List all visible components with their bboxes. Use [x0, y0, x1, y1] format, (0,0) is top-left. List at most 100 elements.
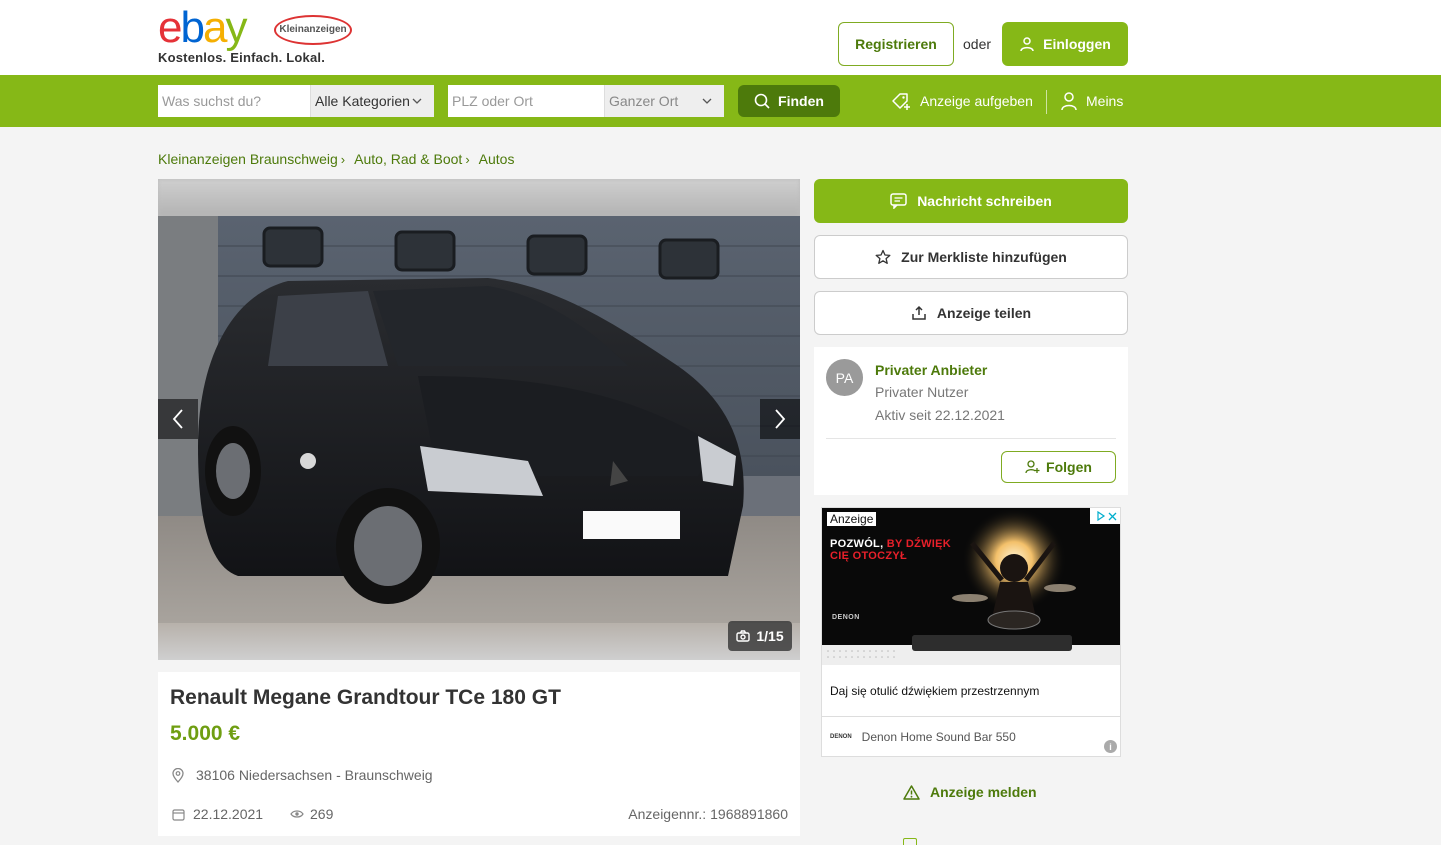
ad-brand-mark: DENON [832, 614, 860, 621]
listing-details: Renault Megane Grandtour TCe 180 GT 5.00… [158, 672, 800, 836]
share-icon [912, 305, 926, 320]
ad-headline-part: BY DŹWIĘK [886, 538, 952, 550]
advertisement[interactable]: Anzeige POZWÓL, BY DŹWIĘK CIĘ OTOCZYŁ DE… [821, 507, 1121, 757]
write-message-label: Nachricht schreiben [917, 193, 1052, 209]
seller-active-since: Aktiv seit 22.12.2021 [875, 407, 1005, 423]
radius-value: Ganzer Ort [609, 93, 679, 109]
report-label: Anzeige melden [930, 784, 1037, 800]
chevron-right-icon: › [465, 151, 470, 167]
seller-name[interactable]: Privater Anbieter [875, 362, 987, 378]
star-icon [875, 249, 891, 264]
follow-label: Folgen [1046, 459, 1092, 475]
listing-location: 38106 Niedersachsen - Braunschweig [172, 767, 433, 783]
message-icon [890, 193, 907, 209]
breadcrumb-item[interactable]: Kleinanzeigen Braunschweig [158, 151, 338, 167]
warning-icon [903, 784, 920, 800]
login-label: Einloggen [1043, 36, 1111, 52]
image-counter-text: 1/15 [756, 628, 784, 644]
top-header: ebay Kleinanzeigen Kostenlos. Einfach. L… [0, 0, 1441, 75]
post-ad-label: Anzeige aufgeben [920, 93, 1033, 109]
user-icon [1020, 37, 1034, 52]
image-counter: 1/15 [728, 621, 792, 651]
ad-product-brand: DENON [830, 734, 852, 740]
listing-price: 5.000 € [170, 722, 241, 745]
car-photo[interactable] [158, 216, 800, 623]
calendar-icon [172, 808, 185, 821]
divider [826, 438, 1116, 439]
ad-product-name: Denon Home Sound Bar 550 [861, 730, 1016, 744]
search-input[interactable]: Was suchst du? [158, 85, 310, 117]
follow-button[interactable]: Folgen [1001, 451, 1116, 483]
tag-plus-icon [892, 93, 910, 110]
seller-card: PA Privater Anbieter Privater Nutzer Akt… [814, 347, 1128, 495]
listing-id-label: Anzeigennr.: [628, 806, 707, 822]
category-select[interactable]: Alle Kategorien [310, 85, 434, 117]
chevron-right-icon [775, 409, 786, 429]
avatar: PA [826, 359, 863, 396]
eye-icon [290, 810, 304, 818]
chevron-right-icon: › [340, 151, 346, 167]
document-icon [903, 838, 917, 845]
camera-icon [736, 630, 751, 642]
ebay-wordmark: ebay [158, 3, 247, 52]
post-ad-link[interactable]: Anzeige aufgeben [890, 89, 1033, 113]
share-label: Anzeige teilen [936, 305, 1032, 321]
ad-body-text[interactable]: Daj się otulić dźwiękiem przestrzennym [830, 684, 1039, 698]
previous-image-button[interactable] [158, 399, 198, 439]
ad-headline: POZWÓL, BY DŹWIĘK CIĘ OTOCZYŁ [830, 538, 951, 562]
listing-title: Renault Megane Grandtour TCe 180 GT [170, 686, 561, 709]
user-plus-icon [1025, 460, 1040, 474]
register-button[interactable]: Registrieren [838, 22, 954, 66]
seller-type: Privater Nutzer [875, 384, 969, 400]
find-label: Finden [778, 93, 824, 109]
divider [822, 716, 1120, 717]
gallery-backdrop [158, 623, 800, 660]
write-message-button[interactable]: Nachricht schreiben [814, 179, 1128, 223]
gallery-backdrop [158, 179, 800, 216]
breadcrumb-item[interactable]: Auto, Rad & Boot [354, 151, 462, 167]
add-to-watchlist-button[interactable]: Zur Merkliste hinzufügen [814, 235, 1128, 279]
listing-date: 22.12.2021 [172, 806, 263, 822]
report-ad-link[interactable]: Anzeige melden [903, 784, 1037, 800]
ad-headline-part: POZWÓL, [830, 538, 884, 550]
chevron-left-icon [172, 409, 183, 429]
category-value: Alle Kategorien [315, 93, 410, 109]
listing-id: Anzeigennr.: 1968891860 [628, 806, 788, 822]
play-icon [1096, 511, 1105, 521]
chevron-down-icon [700, 94, 714, 108]
date-text: 22.12.2021 [193, 806, 264, 822]
login-button[interactable]: Einloggen [1002, 22, 1128, 66]
ad-banner-image[interactable]: Anzeige POZWÓL, BY DŹWIĘK CIĘ OTOCZYŁ DE… [822, 508, 1120, 665]
kleinanzeigen-badge: Kleinanzeigen [274, 15, 352, 45]
ad-product[interactable]: DENON Denon Home Sound Bar 550 [830, 730, 1016, 744]
listing-views: 269 [290, 806, 333, 822]
watchlist-label: Zur Merkliste hinzufügen [901, 249, 1067, 265]
breadcrumb: Kleinanzeigen Braunschweig › Auto, Rad &… [158, 151, 514, 167]
breadcrumb-item[interactable]: Autos [479, 151, 515, 167]
ad-headline-part: CIĘ OTOCZYŁ [830, 550, 908, 562]
find-button[interactable]: Finden [738, 85, 840, 117]
tagline: Kostenlos. Einfach. Lokal. [158, 50, 326, 65]
account-link[interactable]: Meins [1060, 89, 1123, 113]
user-icon [1061, 92, 1077, 111]
info-icon[interactable]: i [1104, 740, 1117, 753]
search-icon [754, 93, 770, 109]
chevron-down-icon [410, 94, 424, 108]
ebay-kleinanzeigen-logo[interactable]: ebay Kleinanzeigen Kostenlos. Einfach. L… [158, 6, 358, 66]
ad-choices-icon[interactable] [1090, 508, 1120, 524]
radius-select[interactable]: Ganzer Ort [604, 85, 724, 117]
ad-label: Anzeige [827, 512, 877, 526]
location-input[interactable]: PLZ oder Ort [448, 85, 604, 117]
divider [1046, 90, 1047, 114]
views-count: 269 [310, 806, 334, 822]
ad-visual [822, 508, 1120, 665]
close-icon [1108, 512, 1116, 520]
image-gallery: 1/15 [158, 179, 800, 660]
location-pin-icon [172, 767, 184, 783]
location-text: 38106 Niedersachsen - Braunschweig [196, 767, 433, 783]
next-image-button[interactable] [760, 399, 800, 439]
account-label: Meins [1086, 93, 1124, 109]
share-ad-button[interactable]: Anzeige teilen [814, 291, 1128, 335]
listing-id-value: 1968891860 [710, 806, 788, 822]
or-label: oder [963, 36, 992, 52]
